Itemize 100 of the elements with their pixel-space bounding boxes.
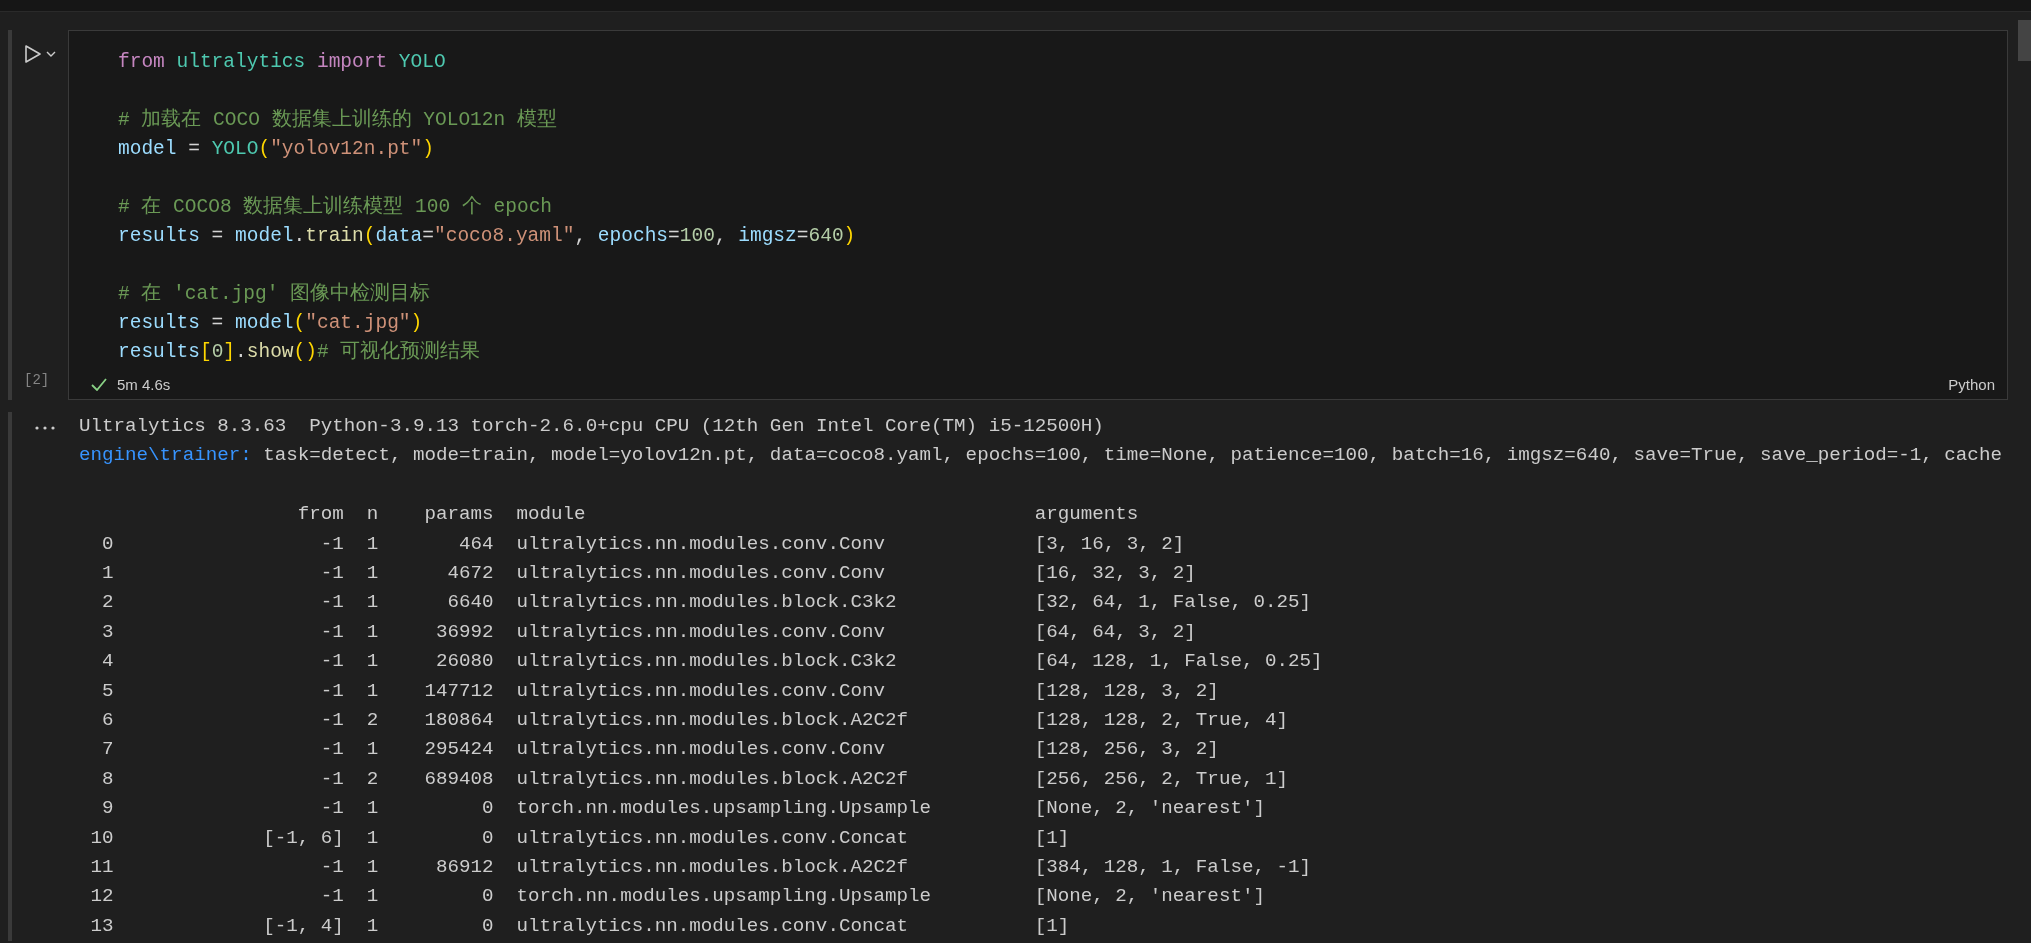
table-cell-text: -1	[319, 561, 344, 586]
output-line: Ultralytics 8.3.63 Python-3.9.13 torch-2.6.0+cpu CPU (12th Gen Intel Core(TM) i5-12500H)	[79, 414, 1105, 439]
run-cell-button[interactable]	[24, 44, 42, 64]
table-cell-text: [None, 2, 'nearest']	[1034, 796, 1266, 822]
table-cell-text: ultralytics.nn.modules.conv.Conv	[515, 678, 886, 704]
table-cell-text: 464	[457, 531, 494, 557]
table-cell-text: 1	[365, 737, 379, 763]
table-cell-text: [32, 64, 1, False, 0.25]	[1034, 590, 1312, 616]
table-cell-text: 1	[365, 561, 379, 586]
table-cell-text: 147712	[423, 678, 494, 704]
table-cell-text: [1]	[1034, 913, 1071, 939]
more-icon[interactable]	[34, 425, 56, 431]
code-line: # 在 'cat.jpg' 图像中检测目标	[118, 281, 432, 307]
table-cell-text: ultralytics.nn.modules.conv.Conv	[515, 561, 886, 586]
table-cell-text: -1	[319, 884, 344, 910]
code-line: from ultralytics import YOLO	[118, 50, 447, 75]
table-cell-text: torch.nn.modules.upsampling.Upsample	[515, 796, 933, 822]
table-cell-text: ultralytics.nn.modules.conv.Conv	[515, 737, 886, 763]
table-cell-text: 6640	[446, 590, 494, 616]
table-cell-text: 1	[365, 855, 379, 881]
table-cell-text: 12	[89, 884, 114, 910]
table-cell-text: -1	[319, 766, 344, 792]
table-cell-text: 1	[365, 913, 379, 939]
table-cell-text: 4672	[446, 561, 494, 586]
table-cell-text: 0	[480, 884, 494, 910]
table-cell-text: [384, 128, 1, False, -1]	[1034, 855, 1312, 881]
code-cell[interactable]	[68, 30, 2008, 400]
table-cell-text: 689408	[423, 766, 494, 792]
table-cell-text: 0	[480, 796, 494, 822]
table-cell-text: 7	[101, 737, 114, 763]
table-cell-text: 3	[101, 619, 114, 645]
table-cell-text: -1	[319, 649, 344, 675]
table-cell-text: ultralytics.nn.modules.block.A2C2f	[515, 855, 909, 881]
table-cell-text: -1	[319, 590, 344, 616]
scrollbar-thumb[interactable]	[2018, 20, 2031, 61]
table-cell-text: -1	[319, 531, 344, 557]
table-cell-text: [3, 16, 3, 2]	[1034, 531, 1186, 557]
code-line: # 加载在 COCO 数据集上训练的 YOLO12n 模型	[118, 107, 558, 133]
table-cell-text: ultralytics.nn.modules.conv.Concat	[515, 913, 909, 939]
table-cell-text: 1	[101, 561, 114, 586]
table-cell-text: 1	[365, 678, 379, 704]
code-line: results[0].show()# 可视化预测结果	[118, 339, 482, 365]
table-cell-text: -1	[319, 708, 344, 734]
table-cell-text: 5	[101, 678, 114, 704]
table-cell-text: 1	[365, 590, 379, 616]
table-cell-text: 1	[365, 531, 379, 557]
table-cell-text: 180864	[423, 708, 494, 734]
execution-count: [2]	[24, 372, 50, 388]
table-cell-text: ultralytics.nn.modules.conv.Concat	[515, 825, 909, 851]
table-cell-text: -1	[319, 619, 344, 645]
table-cell-text: 2	[365, 766, 379, 792]
execution-time: 5m 4.6s	[117, 375, 171, 393]
code-line: model = YOLO("yolov12n.pt")	[118, 137, 435, 162]
language-label[interactable]: Python	[1948, 375, 1995, 393]
table-cell-text: 11	[89, 855, 114, 881]
table-cell-text: 10	[89, 825, 114, 851]
table-cell-text: [None, 2, 'nearest']	[1034, 884, 1266, 910]
table-cell-text: [1]	[1034, 825, 1071, 851]
table-cell-text: [128, 256, 3, 2]	[1034, 737, 1220, 763]
table-cell-text: [-1, 4]	[262, 913, 344, 939]
table-cell-text: 1	[365, 796, 379, 822]
table-cell-text: [128, 128, 3, 2]	[1034, 678, 1220, 704]
table-cell-text: [64, 64, 3, 2]	[1034, 619, 1197, 645]
table-cell-text: 295424	[423, 737, 494, 763]
table-cell-text: 2	[365, 708, 379, 734]
table-cell-text: ultralytics.nn.modules.conv.Conv	[515, 619, 886, 645]
table-cell-text: [64, 128, 1, False, 0.25]	[1034, 649, 1324, 675]
table-cell-text: -1	[319, 796, 344, 822]
table-cell-text: 1	[365, 649, 379, 675]
table-cell-text: 0	[480, 825, 494, 851]
chevron-down-icon	[46, 51, 56, 57]
table-cell-text: 36992	[434, 619, 494, 645]
table-cell-text: 0	[480, 913, 494, 939]
table-cell-text: ultralytics.nn.modules.conv.Conv	[515, 531, 886, 557]
table-cell-text: [128, 128, 2, True, 4]	[1034, 708, 1289, 734]
column-header: module	[515, 502, 587, 528]
table-cell-text: ultralytics.nn.modules.block.A2C2f	[515, 708, 909, 734]
table-cell-text: 8	[101, 766, 114, 792]
table-cell-text: ultralytics.nn.modules.block.C3k2	[515, 590, 898, 616]
column-header: arguments	[1034, 502, 1140, 528]
table-cell-text: 0	[101, 531, 114, 557]
table-cell-text: 4	[101, 649, 114, 675]
table-cell-text: 2	[101, 590, 114, 616]
column-header: params	[423, 502, 494, 528]
code-line: results = model.train(data="coco8.yaml", epochs=100, imgsz=640)	[118, 224, 857, 249]
table-cell-text: 1	[365, 619, 379, 645]
column-header: n	[365, 502, 379, 528]
code-line: # 在 COCO8 数据集上训练模型 100 个 epoch	[118, 194, 554, 220]
table-cell-text: torch.nn.modules.upsampling.Upsample	[515, 884, 933, 910]
table-cell-text: [256, 256, 2, True, 1]	[1034, 766, 1289, 792]
table-cell-text: -1	[319, 737, 344, 763]
output-line: task=detect, mode=train, model=yolov12n.pt, data=coco8.yaml, epochs=100, time=None, patience=100, batch=16, imgsz=640, save=True, save_period=-1, cache	[263, 444, 2002, 467]
table-cell-text: 1	[365, 825, 379, 851]
table-cell-text: 13	[89, 913, 114, 939]
column-header: from	[296, 502, 344, 528]
table-cell-text: 26080	[434, 649, 494, 675]
run-options-button[interactable]	[46, 51, 56, 57]
table-cell-text: ultralytics.nn.modules.block.A2C2f	[515, 766, 909, 792]
table-cell-text: [16, 32, 3, 2]	[1034, 561, 1197, 586]
table-cell-text: [-1, 6]	[262, 825, 344, 851]
